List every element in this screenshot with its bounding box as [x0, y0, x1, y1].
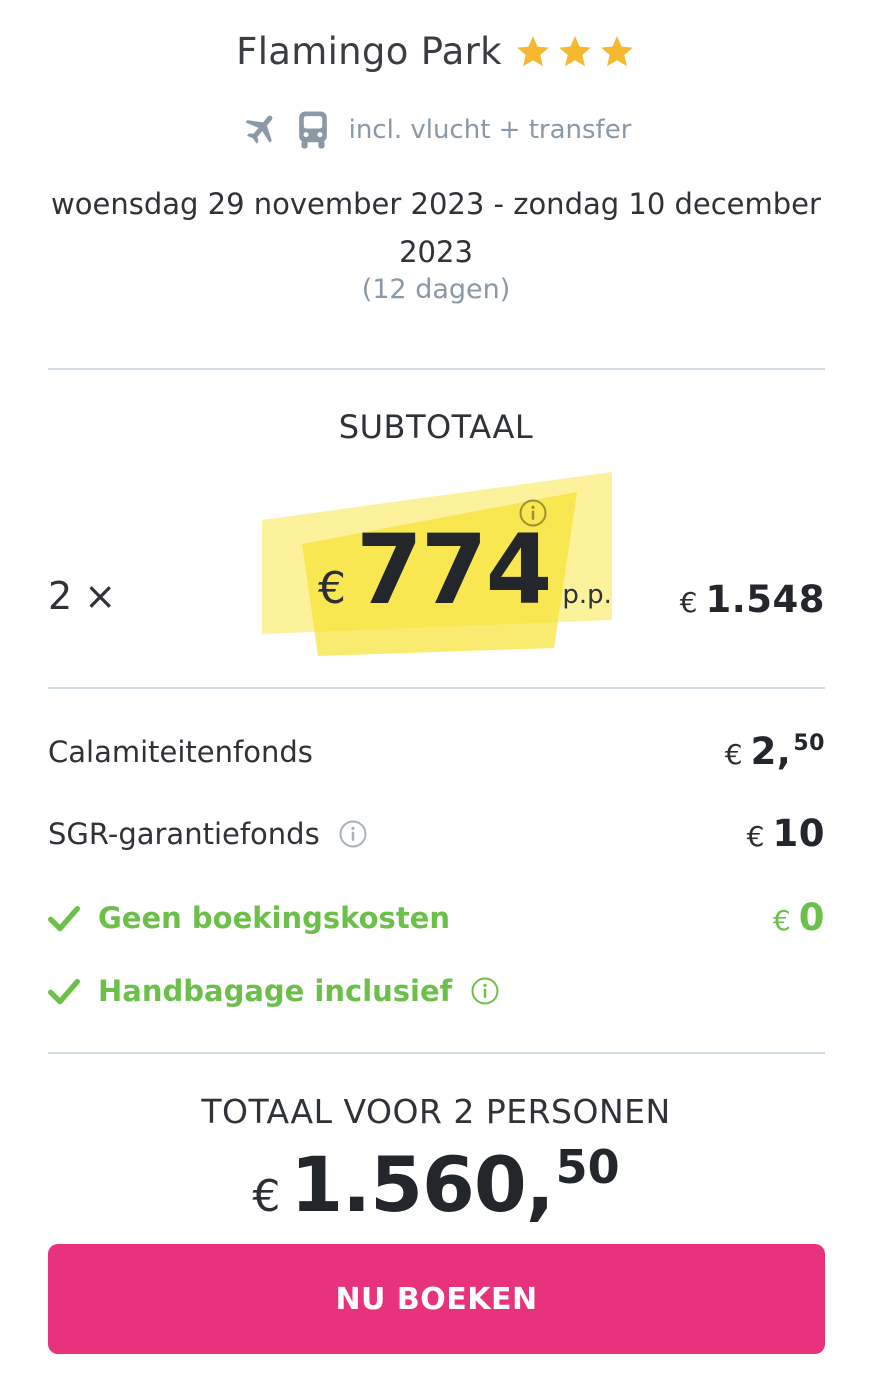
total-value: 1.560,	[290, 1140, 554, 1229]
currency-symbol: €	[252, 1171, 281, 1222]
star-icon	[556, 33, 594, 71]
fee-label: Handbagage inclusief	[98, 974, 453, 1008]
divider	[48, 1052, 825, 1054]
travel-dates: woensdag 29 november 2023 - zondag 10 de…	[51, 187, 821, 269]
currency-symbol: €	[318, 563, 346, 614]
currency-symbol: €	[772, 904, 791, 937]
checkmark-icon	[48, 977, 80, 1005]
info-icon[interactable]	[470, 976, 500, 1006]
currency-symbol: €	[724, 738, 743, 771]
divider	[48, 368, 825, 370]
star-rating	[514, 33, 636, 71]
divider	[48, 687, 825, 689]
plane-icon	[241, 110, 281, 150]
fee-amount: € 0	[773, 896, 825, 939]
per-person-label: p.p.	[562, 580, 612, 610]
fee-row-sgr: SGR-garantiefonds € 10	[48, 812, 825, 855]
hotel-name: Flamingo Park	[236, 30, 502, 73]
fee-value: 2,50	[751, 730, 825, 773]
price-value: 774	[356, 514, 552, 626]
fee-row-booking-costs: Geen boekingskosten € 0	[48, 896, 825, 939]
fee-whole: 2,	[750, 730, 792, 773]
total-price: € 1.560, 50	[0, 1140, 872, 1229]
book-now-button[interactable]: NU BOEKEN	[48, 1244, 825, 1354]
inclusions-text: incl. vlucht + transfer	[348, 115, 632, 145]
fee-label-group: Geen boekingskosten	[48, 901, 450, 935]
fee-cents: 50	[793, 731, 825, 756]
line-total-value: 1.548	[705, 578, 825, 621]
star-icon	[514, 33, 552, 71]
fee-row-hand-luggage: Handbagage inclusief	[48, 974, 825, 1008]
subtotal-label: SUBTOTAAL	[338, 408, 534, 446]
bus-icon	[295, 110, 331, 150]
fee-label-group: Handbagage inclusief	[48, 974, 500, 1008]
fee-row-calamiteitenfonds: Calamiteitenfonds € 2,50	[48, 730, 825, 773]
currency-symbol: €	[679, 586, 698, 619]
fee-label: Geen boekingskosten	[98, 900, 450, 935]
info-icon[interactable]	[338, 819, 368, 849]
checkmark-icon	[48, 904, 80, 932]
inclusions-row: incl. vlucht + transfer	[0, 110, 872, 150]
star-icon	[598, 33, 636, 71]
quantity: 2 ×	[48, 574, 117, 618]
price-per-person: € 774 p.p.	[318, 520, 612, 620]
fee-label: Calamiteitenfonds	[48, 734, 313, 769]
fee-value: 10	[772, 812, 825, 855]
fee-label: SGR-garantiefonds	[48, 816, 320, 851]
trip-duration: (12 dagen)	[361, 274, 511, 305]
total-label: TOTAAL VOOR 2 PERSONEN	[201, 1092, 671, 1131]
total-cents: 50	[555, 1140, 620, 1194]
hotel-title: Flamingo Park	[0, 30, 872, 73]
fee-amount: € 10	[747, 812, 825, 855]
fee-amount: € 2,50	[725, 730, 825, 773]
fee-label-group: SGR-garantiefonds	[48, 817, 368, 851]
fee-value: 0	[798, 896, 825, 939]
subtotal-line-total: € 1.548	[680, 578, 825, 621]
currency-symbol: €	[746, 820, 765, 853]
